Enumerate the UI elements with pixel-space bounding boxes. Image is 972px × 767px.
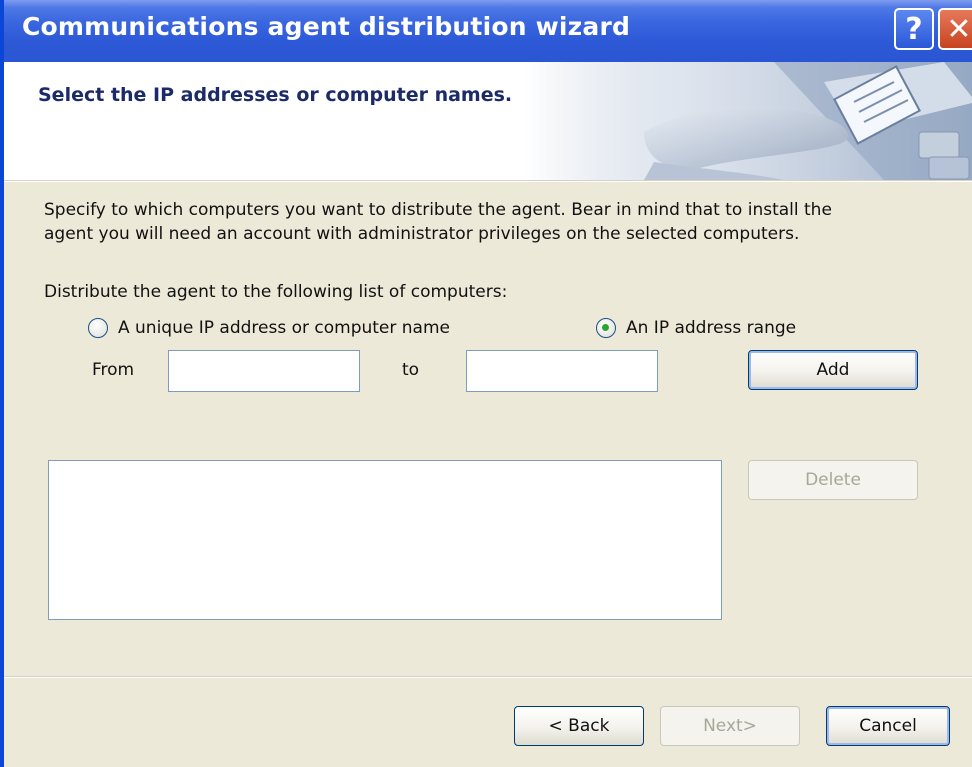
header-divider xyxy=(4,180,972,182)
from-ip-input[interactable] xyxy=(168,350,360,392)
footer-divider xyxy=(4,676,972,678)
window-title: Communications agent distribution wizard xyxy=(22,12,631,41)
radio-ip-range[interactable]: An IP address range xyxy=(596,318,796,338)
delete-button[interactable]: Delete xyxy=(748,460,918,500)
add-button[interactable]: Add xyxy=(748,350,918,390)
from-label: From xyxy=(92,360,135,380)
computer-list[interactable] xyxy=(48,460,722,620)
radio-range-label[interactable]: An IP address range xyxy=(626,318,796,338)
radio-unique-label[interactable]: A unique IP address or computer name xyxy=(118,318,450,338)
title-bar[interactable]: Communications agent distribution wizard… xyxy=(4,0,972,62)
radio-unique-address[interactable]: A unique IP address or computer name xyxy=(88,318,450,338)
hand-keyboard-illustration xyxy=(524,62,972,180)
to-ip-input[interactable] xyxy=(466,350,658,392)
close-icon: ✕ xyxy=(946,11,972,47)
distribute-label: Distribute the agent to the following li… xyxy=(44,282,508,302)
radio-unique-indicator[interactable] xyxy=(88,318,108,338)
radio-range-indicator[interactable] xyxy=(596,318,616,338)
cancel-button[interactable]: Cancel xyxy=(826,706,950,746)
description-text: Specify to which computers you want to d… xyxy=(44,200,832,244)
help-icon: ? xyxy=(905,11,923,47)
page-title: Select the IP addresses or computer name… xyxy=(38,84,513,106)
back-button[interactable]: < Back xyxy=(514,706,644,746)
next-button[interactable]: Next> xyxy=(660,706,800,746)
wizard-window: Communications agent distribution wizard… xyxy=(0,0,972,767)
help-button[interactable]: ? xyxy=(894,8,934,50)
to-label: to xyxy=(402,360,420,380)
wizard-header: Select the IP addresses or computer name… xyxy=(4,62,972,180)
close-button[interactable]: ✕ xyxy=(938,8,972,50)
